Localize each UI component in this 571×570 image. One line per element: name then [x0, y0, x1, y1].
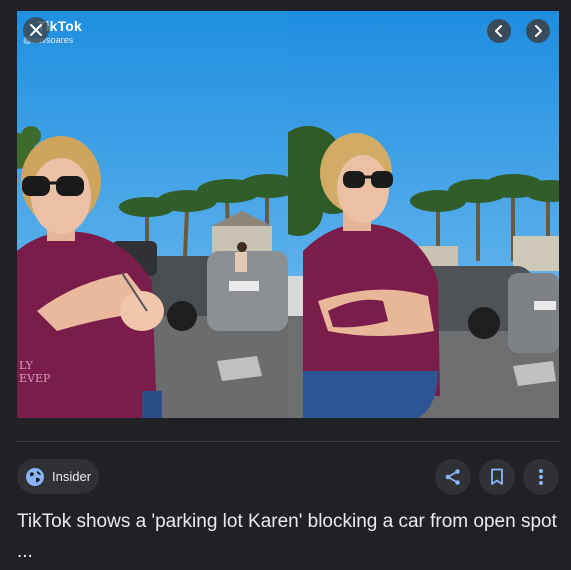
video-frame-left: LY EVEP: [17, 11, 288, 418]
source-chip[interactable]: Insider: [17, 459, 99, 494]
result-headline[interactable]: TikTok shows a 'parking lot Karen' block…: [17, 507, 559, 567]
more-vert-icon: [539, 469, 543, 485]
divider: [17, 441, 559, 442]
shirt-text-line2: EVEP: [19, 372, 51, 385]
share-icon: [445, 469, 460, 485]
bookmark-icon: [491, 468, 503, 485]
next-image-button[interactable]: [526, 19, 550, 43]
close-icon: [30, 24, 42, 36]
chevron-right-icon: [535, 25, 542, 37]
shirt-text-line1: LY: [19, 359, 33, 372]
chevron-left-icon: [495, 25, 502, 37]
globe-icon: [26, 467, 44, 486]
video-frame-right: [288, 11, 559, 418]
preview-image[interactable]: LY EVEP TikTok @savsoares: [17, 11, 559, 418]
share-button[interactable]: [435, 459, 471, 495]
source-name: Insider: [52, 469, 92, 484]
previous-image-button[interactable]: [487, 19, 511, 43]
close-button[interactable]: [23, 17, 49, 43]
more-options-button[interactable]: [523, 459, 559, 495]
save-button[interactable]: [479, 459, 515, 495]
